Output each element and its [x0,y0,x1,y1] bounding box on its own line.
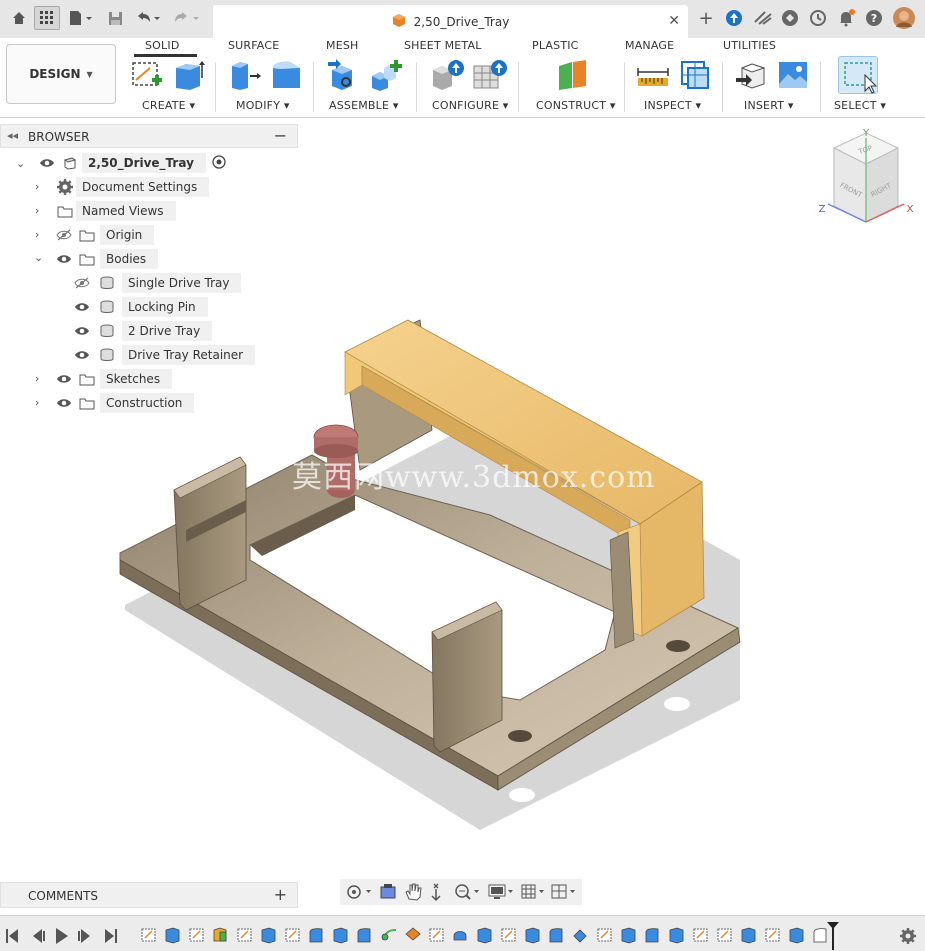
mount-hole [508,730,532,742]
timeline [0,915,925,951]
body-item-single-drive-tray[interactable]: Single Drive Tray [72,273,242,293]
watermark-text: 莫西网www.3dmox.com [292,460,656,495]
collapse-panel-icon[interactable]: ◂◂ [7,129,18,142]
add-comment-icon[interactable]: + [274,885,287,904]
chevron-right-icon[interactable]: › [35,204,39,217]
step-back-icon[interactable] [33,929,45,943]
view-cube[interactable]: TOP FRONT RIGHT Y X Z [819,128,914,223]
go-to-start-icon[interactable] [6,929,18,943]
chevron-right-icon[interactable]: › [35,372,39,385]
axis-x-label: X [907,204,914,215]
orbit-icon[interactable] [347,885,371,899]
component-icon [58,156,82,170]
body-icon [92,324,122,338]
body-label: Locking Pin [122,297,208,317]
comments-panel: COMMENTS + [0,882,298,908]
minimize-browser-icon[interactable]: − [274,126,287,145]
browser-item-sketches[interactable]: Sketches [54,369,173,389]
display-settings-icon[interactable] [488,884,513,899]
root-label: 2,50_Drive_Tray [82,153,206,173]
body-label: Single Drive Tray [122,273,242,293]
eye-hidden-icon[interactable] [72,277,92,289]
eye-icon[interactable] [54,374,74,384]
body-item-drive-tray-retainer[interactable]: Drive Tray Retainer [72,345,256,365]
timeline-settings-gear-icon[interactable] [900,928,916,944]
eye-icon[interactable] [72,302,92,312]
eye-hidden-icon[interactable] [54,229,74,241]
body-item-2-drive-tray[interactable]: 2 Drive Tray [72,321,213,341]
folder-icon [74,373,100,386]
chevron-right-icon[interactable]: › [35,228,39,241]
body-item-locking-pin[interactable]: Locking Pin [72,297,208,317]
browser-item-construction[interactable]: Construction [54,393,195,413]
eye-icon[interactable] [54,254,74,264]
body-label: Drive Tray Retainer [122,345,256,365]
look-at-icon[interactable] [380,884,396,899]
document-settings-label: Document Settings [76,177,210,197]
eye-icon[interactable] [72,350,92,360]
play-icon[interactable] [56,928,68,944]
bodies-label: Bodies [100,249,159,269]
origin-label: Origin [100,225,155,245]
folder-icon [54,205,76,218]
folder-icon [74,229,100,242]
grid-settings-icon[interactable] [521,884,544,899]
eye-icon[interactable] [72,326,92,336]
folder-icon [74,253,100,266]
browser-root[interactable]: 2,50_Drive_Tray [36,153,226,173]
chevron-right-icon[interactable]: › [35,180,39,193]
body-icon [92,300,122,314]
chevron-right-icon[interactable]: › [35,396,39,409]
timeline-feature-icons[interactable] [141,927,827,944]
timeline-marker[interactable] [827,922,839,950]
body-icon [92,348,122,362]
browser-title: BROWSER [28,130,90,144]
named-views-label: Named Views [76,201,176,221]
browser-item-bodies[interactable]: Bodies [54,249,159,269]
body-icon [92,276,122,290]
folder-icon [74,397,100,410]
browser-header: ◂◂ BROWSER − [0,124,298,148]
browser-item-origin[interactable]: Origin [54,225,155,245]
step-forward-icon[interactable] [78,929,90,943]
body-label: 2 Drive Tray [122,321,213,341]
axis-z-label: Z [819,204,826,215]
viewports-icon[interactable] [551,884,575,899]
gear-icon [54,179,76,195]
browser-item-document-settings[interactable]: Document Settings [54,177,210,197]
mount-hole [666,640,690,652]
navigation-toolbar [340,879,582,905]
comments-title: COMMENTS [28,889,99,903]
eye-icon[interactable] [36,158,58,168]
axis-y-label: Y [862,128,870,139]
sketches-label: Sketches [100,369,173,389]
eye-icon[interactable] [54,398,74,408]
shadow-hole [664,697,690,711]
pan-hand-icon[interactable] [405,883,422,901]
browser-item-named-views[interactable]: Named Views [54,201,176,221]
shadow-hole [509,788,535,802]
active-radio-icon[interactable] [212,154,226,173]
chevron-down-icon[interactable]: ⌄ [16,157,25,170]
zoom-icon[interactable] [431,883,441,902]
construction-label: Construction [100,393,195,413]
chevron-down-icon[interactable]: ⌄ [34,251,43,264]
zoom-window-icon[interactable] [455,884,479,900]
go-to-end-icon[interactable] [105,929,117,943]
